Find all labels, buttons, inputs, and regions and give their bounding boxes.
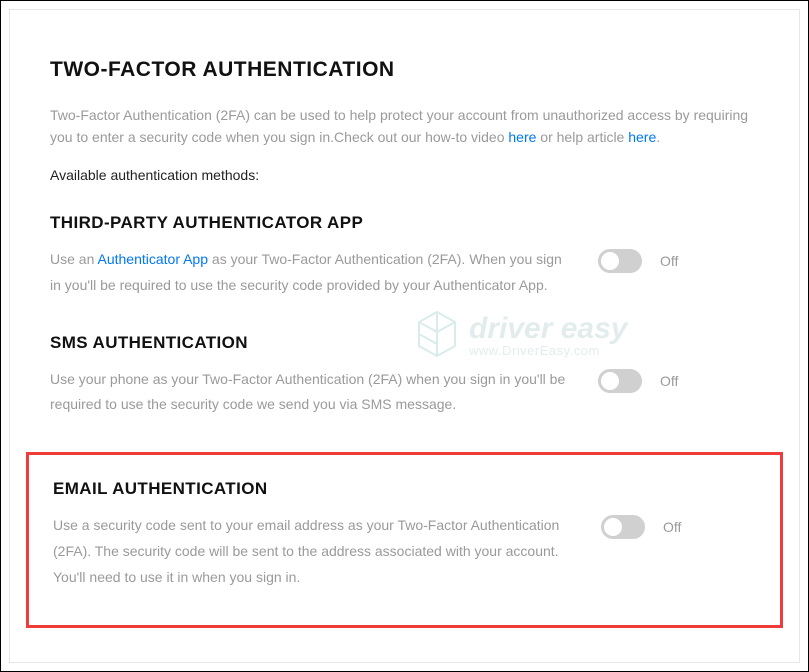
authenticator-title: THIRD-PARTY AUTHENTICATOR APP [50,213,759,233]
sms-description: Use your phone as your Two-Factor Authen… [50,367,570,419]
howto-video-link[interactable]: here [508,129,536,145]
email-title: EMAIL AUTHENTICATION [53,479,756,499]
settings-panel: TWO-FACTOR AUTHENTICATION Two-Factor Aut… [9,9,800,663]
authenticator-toggle-state: Off [660,253,686,269]
available-methods-label: Available authentication methods: [50,167,759,183]
section-authenticator-app: THIRD-PARTY AUTHENTICATOR APP Use an Aut… [50,213,759,333]
sms-title: SMS AUTHENTICATION [50,333,759,353]
help-article-link[interactable]: here [628,129,656,145]
page-title: TWO-FACTOR AUTHENTICATION [50,58,759,82]
sms-toggle[interactable] [598,369,642,393]
email-description: Use a security code sent to your email a… [53,513,573,591]
email-toggle[interactable] [601,515,645,539]
intro-text: Two-Factor Authentication (2FA) can be u… [50,104,759,149]
sms-toggle-state: Off [660,373,686,389]
authenticator-app-link[interactable]: Authenticator App [97,251,208,267]
section-email: EMAIL AUTHENTICATION Use a security code… [26,452,783,628]
section-sms: SMS AUTHENTICATION Use your phone as you… [50,333,759,453]
intro-part2: or help article [536,129,628,145]
authenticator-description: Use an Authenticator App as your Two-Fac… [50,247,570,299]
intro-part3: . [656,129,660,145]
email-toggle-state: Off [663,519,689,535]
authenticator-toggle[interactable] [598,249,642,273]
